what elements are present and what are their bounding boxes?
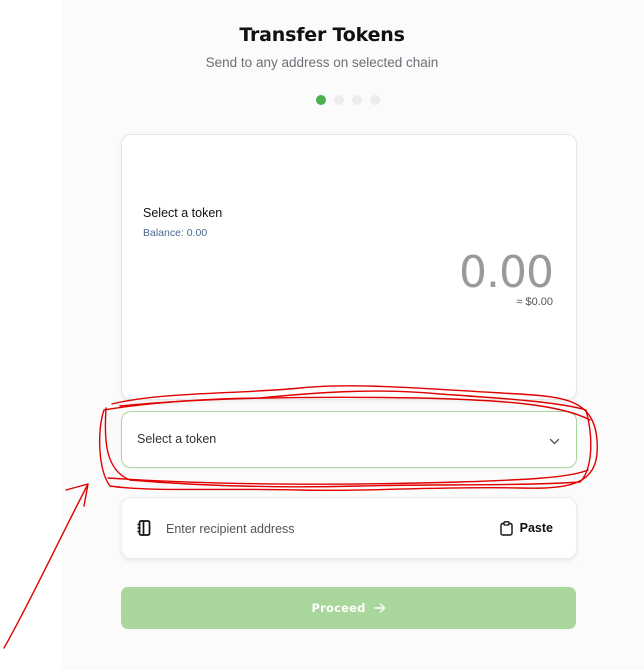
selected-token-label: Select a token bbox=[143, 206, 223, 220]
paste-label: Paste bbox=[519, 521, 553, 535]
usd-value: ≈ $0.00 bbox=[516, 296, 553, 308]
recipient-field[interactable]: Paste bbox=[121, 497, 577, 559]
step-dot-3 bbox=[352, 95, 362, 105]
page-title: Transfer Tokens bbox=[239, 24, 405, 46]
arrow-right-icon bbox=[373, 603, 385, 613]
paste-button[interactable]: Paste bbox=[499, 518, 553, 538]
proceed-label: Proceed bbox=[311, 601, 366, 615]
token-select-dropdown[interactable]: Select a token bbox=[121, 411, 577, 468]
step-dot-1 bbox=[316, 95, 326, 105]
step-dot-2 bbox=[334, 95, 344, 105]
step-dot-4 bbox=[370, 95, 380, 105]
address-book-icon[interactable] bbox=[137, 520, 152, 541]
proceed-button[interactable]: Proceed bbox=[121, 587, 576, 629]
amount-value[interactable]: 0.00 bbox=[459, 247, 554, 298]
page-subtitle: Send to any address on selected chain bbox=[205, 55, 439, 70]
chevron-down-icon bbox=[549, 434, 560, 452]
recipient-address-input[interactable] bbox=[164, 517, 468, 541]
balance-text: Balance: 0.00 bbox=[143, 227, 208, 239]
token-select-label: Select a token bbox=[137, 432, 217, 446]
clipboard-icon bbox=[499, 520, 513, 536]
amount-card: Select a token Balance: 0.00 0.00 ≈ $0.0… bbox=[121, 134, 577, 400]
